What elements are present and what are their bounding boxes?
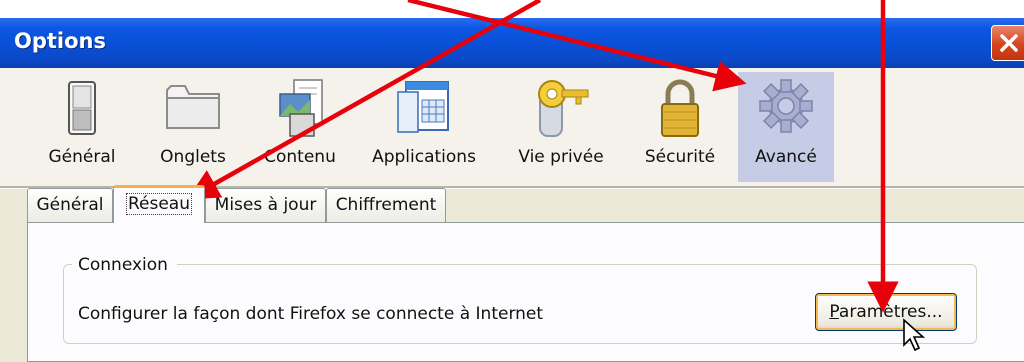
parametres-button[interactable]: Paramètres...	[815, 293, 957, 331]
close-button[interactable]	[991, 25, 1024, 61]
connexion-description: Configurer la façon dont Firefox se conn…	[78, 304, 544, 324]
group-legend: Connexion	[72, 255, 177, 275]
pane-avance[interactable]: Avancé	[738, 72, 834, 182]
pane-label: Général	[48, 147, 116, 167]
tab-general[interactable]: Général	[27, 188, 113, 222]
pane-label: Vie privée	[518, 147, 604, 167]
tab-folder-icon	[166, 85, 220, 129]
mouse-cursor-icon	[903, 318, 926, 352]
pane-applications[interactable]: Applications	[360, 72, 488, 182]
window-title: Options	[14, 29, 106, 53]
pane-securite[interactable]: Sécurité	[632, 72, 728, 182]
accelerator-key: P	[829, 302, 839, 322]
tab-reseau[interactable]: Réseau	[113, 185, 205, 223]
tab-label: Général	[36, 195, 104, 215]
pane-vie-privee[interactable]: Vie privée	[508, 72, 614, 182]
options-toolbar: Général Onglets Contenu Applications Vie…	[0, 68, 1024, 186]
tab-label: Mises à jour	[214, 195, 317, 215]
padlock-icon	[661, 79, 699, 137]
gear-icon	[759, 79, 813, 133]
pane-label: Avancé	[755, 147, 817, 167]
privacy-key-icon	[538, 80, 589, 137]
title-bar[interactable]: Options	[0, 18, 1024, 68]
tab-mises-a-jour[interactable]: Mises à jour	[205, 188, 326, 222]
pane-contenu[interactable]: Contenu	[258, 72, 342, 182]
tab-label: Réseau	[125, 193, 192, 215]
pane-general[interactable]: Général	[40, 72, 124, 182]
pane-label: Sécurité	[644, 147, 716, 167]
close-icon	[1000, 34, 1018, 52]
pane-label: Contenu	[264, 147, 336, 167]
switch-icon	[68, 81, 96, 135]
pane-label: Onglets	[160, 147, 226, 167]
tab-chiffrement[interactable]: Chiffrement	[326, 188, 446, 222]
pane-onglets[interactable]: Onglets	[143, 72, 243, 182]
content-images-icon	[279, 79, 323, 137]
pane-label: Applications	[372, 147, 476, 167]
applications-window-icon	[397, 81, 449, 133]
tab-label: Chiffrement	[335, 195, 437, 215]
